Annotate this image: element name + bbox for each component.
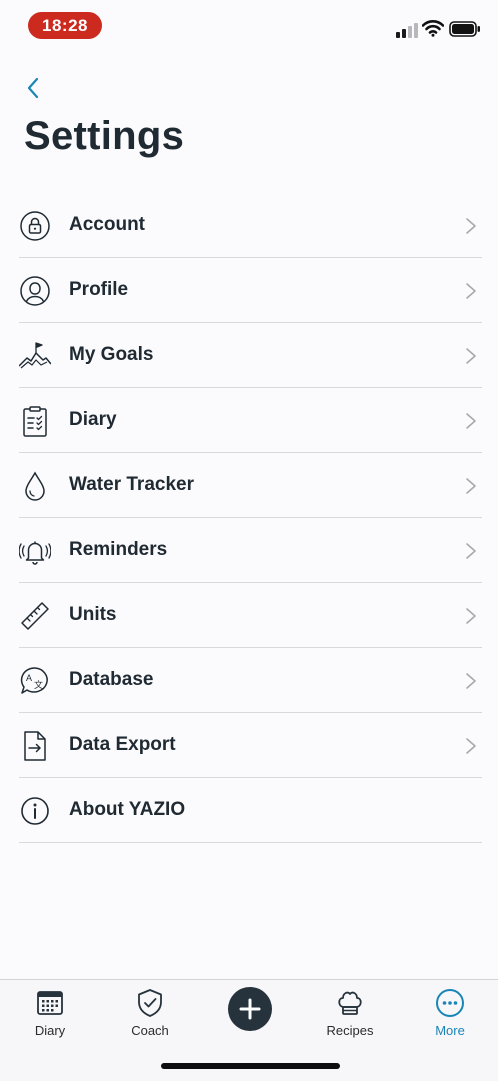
battery-icon xyxy=(449,21,480,37)
settings-item-units[interactable]: Units xyxy=(19,583,482,648)
settings-item-diary[interactable]: Diary xyxy=(19,388,482,453)
wifi-icon xyxy=(422,20,444,37)
settings-item-label: Database xyxy=(69,669,154,690)
svg-text:A: A xyxy=(26,673,32,683)
chevron-right-icon xyxy=(466,673,476,689)
tab-recipes[interactable]: Recipes xyxy=(310,980,390,1050)
bell-icon xyxy=(19,541,51,565)
person-icon xyxy=(20,276,50,306)
settings-item-reminders[interactable]: Reminders xyxy=(19,518,482,583)
tab-label: Diary xyxy=(34,1023,66,1038)
svg-text:文: 文 xyxy=(34,679,43,691)
settings-item-account[interactable]: Account xyxy=(19,193,482,258)
water-drop-icon xyxy=(25,471,45,501)
settings-item-water-tracker[interactable]: Water Tracker xyxy=(19,453,482,518)
status-time: 18:28 xyxy=(28,12,102,39)
settings-item-label: Water Tracker xyxy=(69,474,194,495)
chevron-right-icon xyxy=(466,348,476,364)
lock-icon xyxy=(20,211,50,241)
tab-diary[interactable]: Diary xyxy=(10,980,90,1050)
tab-label: Coach xyxy=(131,1023,169,1038)
settings-item-label: Reminders xyxy=(69,539,168,560)
ruler-icon xyxy=(21,602,49,630)
settings-item-label: About YAZIO xyxy=(69,799,186,820)
settings-item-label: Diary xyxy=(69,409,117,430)
cellular-signal-icon xyxy=(396,22,420,38)
chevron-right-icon xyxy=(466,283,476,299)
settings-item-label: Units xyxy=(69,604,117,625)
settings-item-label: My Goals xyxy=(69,344,154,365)
back-button[interactable] xyxy=(22,74,46,102)
translate-bubble-icon: A 文 xyxy=(20,667,48,694)
plus-icon xyxy=(239,998,261,1020)
file-export-icon xyxy=(24,731,46,761)
status-bar: 18:28 xyxy=(0,0,498,50)
settings-item-label: Account xyxy=(69,214,145,235)
chevron-right-icon xyxy=(466,738,476,754)
chevron-right-icon xyxy=(466,608,476,624)
settings-item-label: Profile xyxy=(69,279,129,300)
chef-hat-icon xyxy=(338,991,362,1015)
clipboard-icon xyxy=(23,406,47,437)
settings-list: Account Profile My Goals Diary Water Tra… xyxy=(19,193,482,843)
shield-check-icon xyxy=(138,989,162,1017)
settings-item-label: Data Export xyxy=(69,734,176,755)
chevron-right-icon xyxy=(466,478,476,494)
home-indicator xyxy=(161,1063,340,1069)
page-title: Settings xyxy=(24,114,185,158)
chevron-right-icon xyxy=(466,218,476,234)
settings-item-database[interactable]: A 文 Database xyxy=(19,648,482,713)
add-button[interactable] xyxy=(228,987,272,1031)
info-icon xyxy=(21,797,49,825)
settings-item-profile[interactable]: Profile xyxy=(19,258,482,323)
calendar-icon xyxy=(37,991,63,1015)
settings-item-about[interactable]: About YAZIO xyxy=(19,778,482,843)
more-icon xyxy=(436,989,464,1017)
tab-more[interactable]: More xyxy=(410,980,490,1050)
settings-item-data-export[interactable]: Data Export xyxy=(19,713,482,778)
tab-label: Recipes xyxy=(326,1023,374,1038)
tab-label: More xyxy=(435,1023,465,1038)
settings-item-my-goals[interactable]: My Goals xyxy=(19,323,482,388)
mountain-flag-icon xyxy=(19,342,51,369)
tab-coach[interactable]: Coach xyxy=(110,980,190,1050)
chevron-right-icon xyxy=(466,543,476,559)
chevron-right-icon xyxy=(466,413,476,429)
